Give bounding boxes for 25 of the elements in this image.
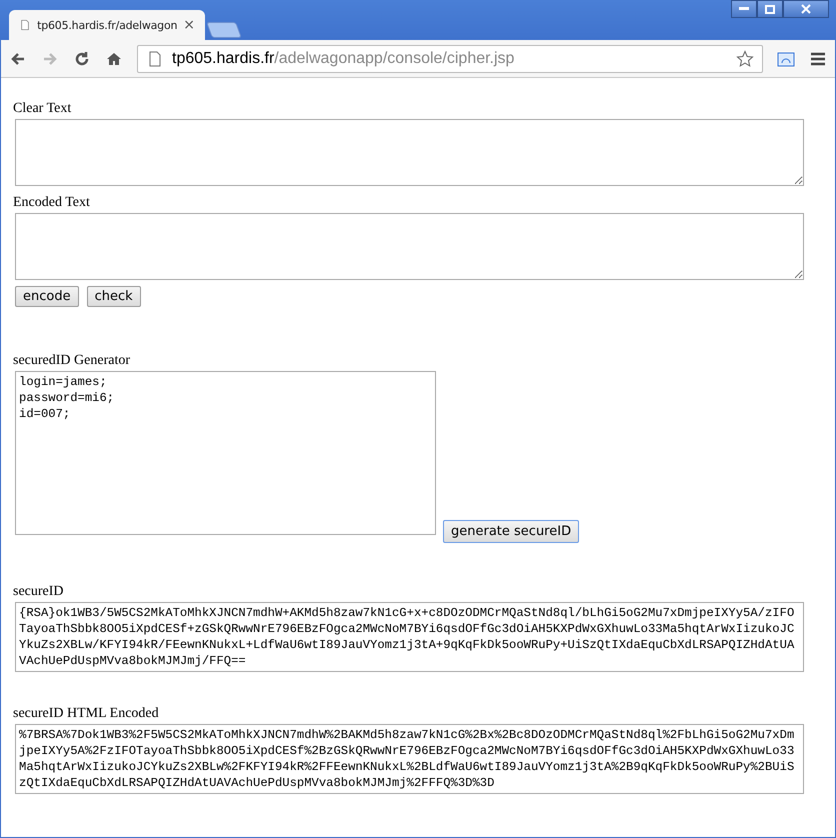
field-label: securedID Generator	[13, 352, 131, 369]
generate-button[interactable]: generate secureID	[443, 520, 580, 543]
reload-icon[interactable]	[73, 50, 91, 68]
new-tab-button[interactable]	[206, 22, 242, 38]
minimize-button[interactable]	[731, 0, 757, 18]
close-icon	[801, 4, 811, 14]
maximize-icon	[765, 4, 775, 14]
field-label: Encoded Text	[13, 194, 91, 211]
field-label: secureID	[13, 583, 65, 600]
browser-tab[interactable]: tp605.hardis.fr/adelwagon ×	[9, 10, 205, 40]
action-button[interactable]: check	[86, 286, 141, 307]
close-tab-button[interactable]: ×	[183, 17, 195, 33]
field-label: Clear Text	[13, 100, 72, 117]
maximize-button[interactable]	[757, 0, 783, 18]
address-bar[interactable]: tp605.hardis.fr/adelwagonapp/console/cipher.jsp	[137, 44, 763, 72]
minimize-icon	[739, 7, 749, 11]
tab-title: tp605.hardis.fr/adelwagon	[37, 18, 178, 32]
close-button[interactable]	[783, 0, 829, 18]
url-text: tp605.hardis.fr/adelwagonapp/console/cipher.jsp	[172, 50, 516, 68]
secure-id-text-area[interactable]: {RSA}ok1WB3/5W5CS2MkAToMhkXJNCN7mdhW+AKMd5h8zaw7kN1cG+x+c8DOzODMCrMQaStNd8ql/bLhGi5oG2Mu7xDmjpeIXYy5A/zIFOTayoaThSbbk8OO5iXpdCESf+zGSkQRwwNrE796EBzFOgca2MWcNoM7BYi6qsdOFfGc3dOiAH5KXPdWxGXhuwLo33Ma5hqtArWxIizukoJCYkuZs2XBLw/KFYI94kR/FEewnKNukxL+LdfWaU6wtI89JauVYomz1j3tA+9qKqFkDk5ooWRuPy+UiSzQtIXdaEquCbXdLRSAPQIZHdAtUAVAchUePdUspMVva8bokMJMJmj/FFQ==	[15, 602, 804, 672]
generator-text-area[interactable]: login=james; password=mi6; id=007;	[15, 371, 436, 535]
html-encoded-text-area[interactable]: %7BRSA%7Dok1WB3%2F5W5CS2MkAToMhkXJNCN7mdhW%2BAKMd5h8zaw7kN1cG%2Bx%2Bc8DOzODMCrMQaStNd8ql%2FbLhGi5oG2Mu7xDmjpeIXYy5A%2FzIFOTayoaThSbbk8OO5iXpdCESf%2BzGSkQRwwNrE796EBzFOgca2MWcNoM7BYi6qsdOFfGc3dOiAH5KXPdWxGXhuwLo33Ma5hqtArWxIizukoJCYkuZs2XBLw%2FKFYI94kR%2FFEewnKNukxL%2BLdfWaU6wtI89JauVYomz1j3tA%2B9qKqFkDk5ooWRuPy%2BUiSzQtIXdaEquCbXdLRSAPQIZHdAtUAVAchUePdUspMVva8bokMJMJmj%2FFFQ%3D%3D	[15, 724, 804, 794]
action-button[interactable]: encode	[15, 286, 79, 307]
star-icon[interactable]	[736, 50, 754, 68]
field-label: secureID HTML Encoded	[13, 705, 160, 722]
